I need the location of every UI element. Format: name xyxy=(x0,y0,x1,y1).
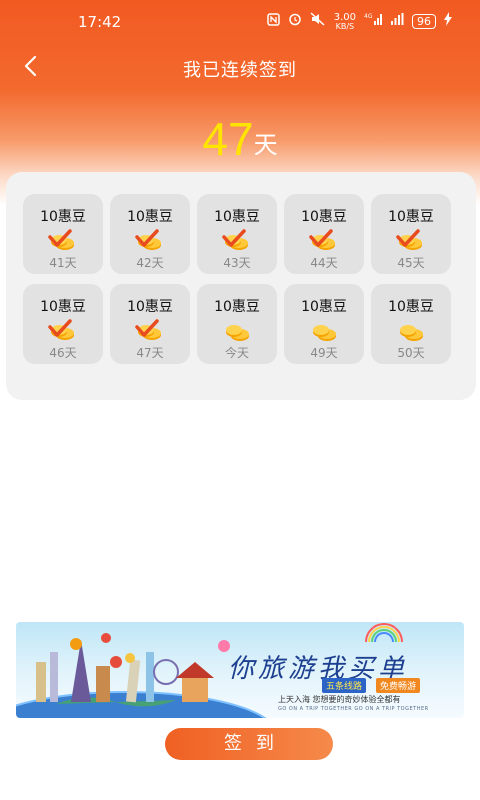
svg-text:4G: 4G xyxy=(364,13,373,20)
day-label: 50天 xyxy=(397,346,425,360)
coin-icon xyxy=(400,325,423,341)
day-label: 49天 xyxy=(310,346,338,360)
nfc-icon xyxy=(266,12,280,31)
day-label: 今天 xyxy=(224,346,249,360)
day-cell-1: 10惠豆 42天 xyxy=(110,194,190,274)
day-reward: 10惠豆 xyxy=(40,209,86,225)
day-reward: 10惠豆 xyxy=(214,299,260,315)
streak-display: 47天 xyxy=(0,112,480,166)
speed-value: 3.00 xyxy=(333,11,356,23)
nav-bar: 我已连续签到 xyxy=(0,44,480,92)
coin-icon xyxy=(226,325,249,341)
streak-days: 47 xyxy=(202,113,254,165)
coin-checked-icon xyxy=(222,229,248,250)
signin-button[interactable]: 签到 xyxy=(165,728,333,760)
page-title: 我已连续签到 xyxy=(183,60,297,81)
wifi-icon xyxy=(390,13,404,30)
coin-checked-icon xyxy=(48,319,74,340)
day-label: 46天 xyxy=(49,346,77,360)
speed-unit: KB/S xyxy=(335,21,355,31)
alarm-icon xyxy=(288,12,302,31)
network-speed: 3.00 KB/S xyxy=(333,11,356,31)
banner-subtitle: 上天入海 您想要的奇妙体验全都有 xyxy=(278,695,401,704)
mute-icon xyxy=(310,12,326,31)
coin-checked-icon xyxy=(309,229,335,250)
day-cell-6: 10惠豆 47天 xyxy=(110,284,190,364)
banner-tag-free: 免费畅游 xyxy=(376,678,421,693)
status-time: 17:42 xyxy=(78,13,122,31)
day-cell-0: 10惠豆 41天 xyxy=(23,194,103,274)
coin-checked-icon xyxy=(135,319,161,340)
day-label: 44天 xyxy=(310,256,338,270)
streak-unit: 天 xyxy=(253,131,278,159)
travel-ad-banner[interactable]: 你旅游我买单 五条线路 免费畅游 上天入海 您想要的奇妙体验全都有 GO ON … xyxy=(16,622,464,718)
coin-checked-icon xyxy=(135,229,161,250)
day-cell-3: 10惠豆 44天 xyxy=(284,194,364,274)
battery-indicator: 96 xyxy=(412,14,436,29)
banner-english: GO ON A TRIP TOGETHER GO ON A TRIP TOGET… xyxy=(278,706,429,712)
coin-checked-icon xyxy=(396,229,422,250)
day-reward: 10惠豆 xyxy=(301,209,347,225)
day-cell-8: 10惠豆 49天 xyxy=(284,284,364,364)
coin-icon xyxy=(313,325,336,341)
banner-tag-routes: 五条线路 xyxy=(322,678,367,693)
day-label: 42天 xyxy=(136,256,164,270)
day-cell-2: 10惠豆 43天 xyxy=(197,194,277,274)
day-label: 43天 xyxy=(223,256,251,270)
status-icons: 3.00 KB/S 4G 96 xyxy=(266,11,452,31)
day-cell-5: 10惠豆 46天 xyxy=(23,284,103,364)
day-reward: 10惠豆 xyxy=(388,299,434,315)
day-cell-today[interactable]: 10惠豆 今天 xyxy=(197,284,277,364)
coin-checked-icon xyxy=(48,229,74,250)
day-label: 45天 xyxy=(397,256,425,270)
checkin-calendar-panel: 10惠豆 41天 10惠豆 42天 10惠豆 43天 10惠豆 44天 10惠豆… xyxy=(6,172,476,400)
day-reward: 10惠豆 xyxy=(40,299,86,315)
day-label: 47天 xyxy=(136,346,164,360)
day-label: 41天 xyxy=(49,256,77,270)
checkin-grid: 10惠豆 41天 10惠豆 42天 10惠豆 43天 10惠豆 44天 10惠豆… xyxy=(23,194,451,364)
charging-icon xyxy=(444,12,452,31)
day-cell-9: 10惠豆 50天 xyxy=(371,284,451,364)
day-reward: 10惠豆 xyxy=(127,209,173,225)
day-reward: 10惠豆 xyxy=(127,299,173,315)
day-reward: 10惠豆 xyxy=(388,209,434,225)
day-cell-4: 10惠豆 45天 xyxy=(371,194,451,274)
status-bar: 17:42 3.00 KB/S 4G 96 xyxy=(0,0,480,44)
day-reward: 10惠豆 xyxy=(301,299,347,315)
day-reward: 10惠豆 xyxy=(214,209,260,225)
signal-icon: 4G xyxy=(364,12,382,31)
